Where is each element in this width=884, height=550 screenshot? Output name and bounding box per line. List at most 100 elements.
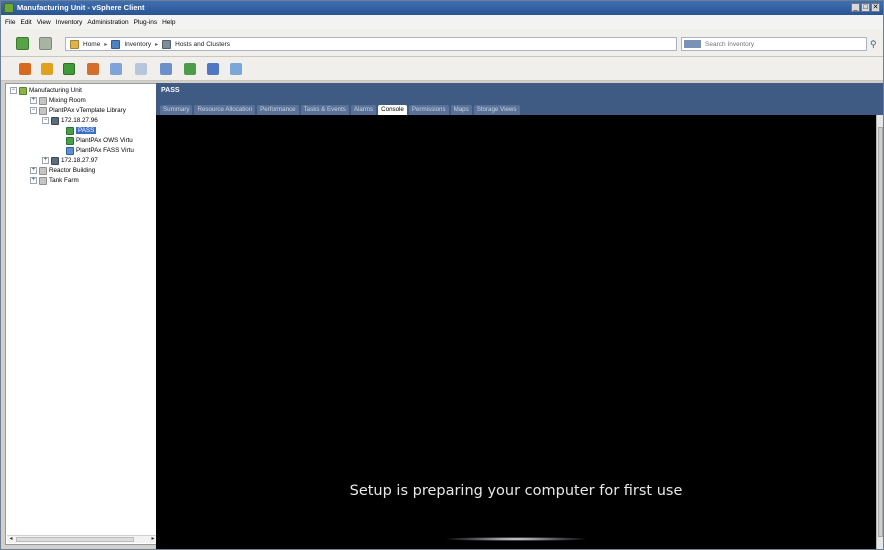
- tree-node-template-library[interactable]: − PlantPAx vTemplate Library: [30, 106, 126, 115]
- migrate-icon[interactable]: [207, 63, 219, 75]
- search-box: [681, 37, 867, 51]
- maximize-button[interactable]: □: [861, 3, 870, 12]
- tab-storage-views[interactable]: Storage Views: [473, 105, 520, 115]
- tab-tasks-events[interactable]: Tasks & Events: [300, 105, 349, 115]
- console-vertical-scrollbar[interactable]: [876, 115, 883, 549]
- panel-title: PASS: [161, 87, 180, 94]
- title-bar[interactable]: Manufacturing Unit - vSphere Client _ □ …: [1, 1, 883, 15]
- scroll-left-icon[interactable]: ◂: [7, 536, 15, 543]
- console-glow: [446, 537, 586, 541]
- tree-node-ows[interactable]: PlantPAx OWS Virtu: [66, 136, 133, 145]
- tree-node-pass[interactable]: PASS: [66, 126, 97, 135]
- tree-label: Reactor Building: [49, 167, 96, 174]
- tree-node-tank-farm[interactable]: + Tank Farm: [30, 176, 79, 185]
- menu-administration[interactable]: Administration: [87, 19, 128, 26]
- power-on-icon[interactable]: [63, 63, 75, 75]
- snapshot-icon[interactable]: [110, 63, 122, 75]
- snapshot-manager-icon[interactable]: [160, 63, 172, 75]
- power-off-icon[interactable]: [19, 63, 31, 75]
- tab-maps[interactable]: Maps: [450, 105, 472, 115]
- breadcrumb-inventory[interactable]: Inventory: [124, 41, 151, 48]
- tree-label: PlantPAx vTemplate Library: [49, 107, 126, 114]
- vsphere-app-icon: [4, 3, 14, 13]
- tab-summary[interactable]: Summary: [160, 105, 193, 115]
- expand-icon[interactable]: +: [30, 97, 37, 104]
- panel-header: PASS: [156, 83, 883, 103]
- tree-node-mixing-room[interactable]: + Mixing Room: [30, 96, 86, 105]
- vm-powered-on-icon: [66, 136, 74, 145]
- breadcrumb-separator-icon: ▸: [104, 41, 108, 48]
- tab-resource-allocation[interactable]: Resource Allocation: [194, 105, 256, 115]
- menu-plugins[interactable]: Plug-ins: [134, 19, 157, 26]
- collapse-icon[interactable]: −: [10, 87, 17, 94]
- tree-node-host-96[interactable]: − 172.18.27.96: [42, 116, 98, 125]
- search-input[interactable]: [705, 39, 860, 49]
- navigation-bar: Home ▸ Inventory ▸ Hosts and Clusters ⚲: [1, 29, 883, 57]
- vm-powered-on-icon: [66, 126, 74, 135]
- collapse-icon[interactable]: −: [30, 107, 37, 114]
- search-icon[interactable]: ⚲: [870, 39, 880, 49]
- vsphere-client-window: Manufacturing Unit - vSphere Client _ □ …: [0, 0, 884, 550]
- tab-permissions[interactable]: Permissions: [408, 105, 449, 115]
- host-icon: [51, 156, 59, 165]
- revert-snapshot-icon[interactable]: [135, 63, 147, 75]
- console-setup-message: Setup is preparing your computer for fir…: [349, 483, 683, 499]
- folder-icon: [39, 176, 47, 185]
- menu-inventory[interactable]: Inventory: [56, 19, 83, 26]
- tree-node-host-97[interactable]: + 172.18.27.97: [42, 156, 98, 165]
- tree-label: Manufacturing Unit: [29, 87, 82, 94]
- vm-console[interactable]: Setup is preparing your computer for fir…: [156, 115, 876, 549]
- expand-icon[interactable]: +: [42, 157, 49, 164]
- expand-icon[interactable]: +: [30, 167, 37, 174]
- tree-node-reactor-building[interactable]: + Reactor Building: [30, 166, 95, 175]
- menu-bar: File Edit View Inventory Administration …: [1, 15, 883, 29]
- tree-node-fass[interactable]: PlantPAx FASS Virtu: [66, 146, 134, 155]
- menu-edit[interactable]: Edit: [20, 19, 31, 26]
- toolbar: [1, 57, 883, 81]
- inventory-icon: [111, 39, 121, 49]
- collapse-icon[interactable]: −: [42, 117, 49, 124]
- host-icon: [51, 116, 59, 125]
- tree-label: Tank Farm: [49, 177, 79, 184]
- datacenter-icon: [19, 86, 27, 95]
- close-button[interactable]: ✕: [871, 3, 880, 12]
- menu-help[interactable]: Help: [162, 19, 175, 26]
- scrollbar-thumb[interactable]: [878, 127, 883, 537]
- tree-label: PlantPAx OWS Virtu: [76, 137, 133, 144]
- tree-node-manufacturing-unit[interactable]: − Manufacturing Unit: [10, 86, 82, 95]
- tab-console[interactable]: Console: [378, 105, 407, 115]
- inventory-tree: − Manufacturing Unit + Mixing Room − Pla…: [5, 83, 158, 545]
- tab-performance[interactable]: Performance: [257, 105, 299, 115]
- vm-icon: [66, 146, 74, 155]
- suspend-icon[interactable]: [41, 63, 53, 75]
- tab-alarms[interactable]: Alarms: [350, 105, 377, 115]
- tab-strip: Summary Resource Allocation Performance …: [156, 103, 883, 115]
- tree-label: PlantPAx FASS Virtu: [76, 147, 134, 154]
- window-title: Manufacturing Unit - vSphere Client: [17, 3, 145, 12]
- hosts-and-clusters-icon: [162, 39, 172, 49]
- menu-view[interactable]: View: [37, 19, 51, 26]
- folder-icon: [39, 106, 47, 115]
- scrollbar-thumb[interactable]: [16, 537, 134, 542]
- folder-icon: [39, 96, 47, 105]
- home-icon: [70, 39, 79, 49]
- minimize-button[interactable]: _: [851, 3, 860, 12]
- breadcrumb-home[interactable]: Home: [83, 41, 100, 48]
- window-controls: _ □ ✕: [851, 3, 880, 13]
- breadcrumb-hosts-and-clusters[interactable]: Hosts and Clusters: [175, 41, 230, 48]
- folder-icon: [39, 166, 47, 175]
- breadcrumb-separator-icon: ▸: [155, 41, 159, 48]
- console-icon[interactable]: [184, 63, 196, 75]
- vm-detail-panel: PASS Summary Resource Allocation Perform…: [156, 83, 883, 549]
- forward-button[interactable]: [39, 37, 52, 50]
- expand-icon[interactable]: +: [30, 177, 37, 184]
- tree-label: 172.18.27.97: [61, 157, 98, 164]
- search-filter-dropdown[interactable]: [684, 40, 701, 48]
- back-button[interactable]: [16, 37, 29, 50]
- reset-icon[interactable]: [87, 63, 99, 75]
- tree-horizontal-scrollbar[interactable]: ◂ ▸: [7, 535, 157, 543]
- breadcrumb: Home ▸ Inventory ▸ Hosts and Clusters: [65, 37, 677, 51]
- tree-label: PASS: [76, 127, 97, 134]
- clone-icon[interactable]: [230, 63, 242, 75]
- menu-file[interactable]: File: [5, 19, 15, 26]
